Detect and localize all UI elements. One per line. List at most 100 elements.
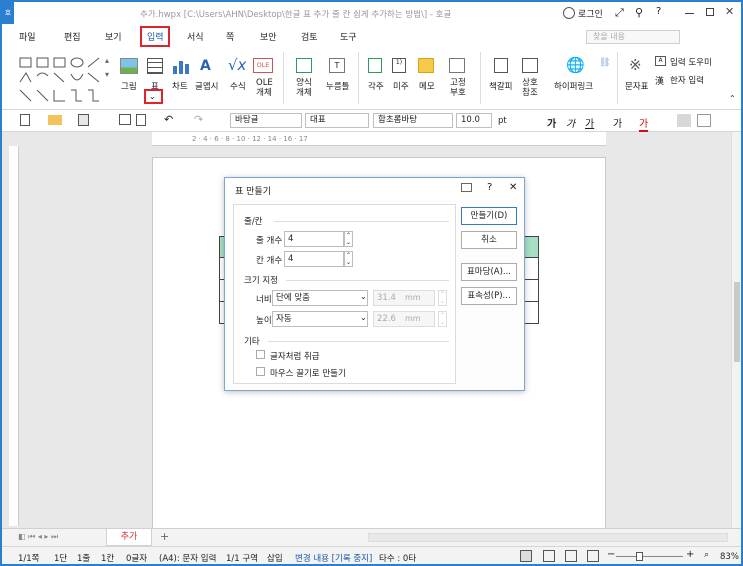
zoom-slider[interactable] xyxy=(616,556,683,557)
picture-icon[interactable] xyxy=(120,58,138,74)
menu-file[interactable]: 파일 xyxy=(19,30,36,43)
menu-tools[interactable]: 도구 xyxy=(340,30,357,43)
italic-icon[interactable]: 가 xyxy=(566,115,575,130)
bold-icon[interactable]: 가 xyxy=(547,115,556,130)
formula-label[interactable]: 수식 xyxy=(230,80,246,92)
picture-label[interactable]: 그림 xyxy=(121,80,137,92)
text-art-label[interactable]: 글맵시 xyxy=(195,80,218,92)
minimize-icon[interactable] xyxy=(685,13,694,14)
text-art-icon[interactable]: A xyxy=(200,58,211,74)
status-zoom[interactable]: 83% xyxy=(720,552,739,562)
form-object-label[interactable]: 양식 개체 xyxy=(293,78,315,98)
memo-icon[interactable] xyxy=(418,58,434,73)
hyperlink-label[interactable]: 하이퍼링크 xyxy=(554,80,593,92)
height-select[interactable]: 자동 xyxy=(272,311,368,327)
zoom-search-icon[interactable]: ⌕ xyxy=(704,550,709,560)
rows-stepper[interactable]: ⌃ ⌄ xyxy=(344,231,353,247)
vertical-ruler[interactable] xyxy=(9,146,19,526)
cross-ref-label[interactable]: 상호 참조 xyxy=(521,78,539,98)
hanja-icon[interactable]: 漢 xyxy=(655,74,664,87)
chevron-down-icon[interactable]: ⌄ xyxy=(360,313,367,322)
strike-icon[interactable]: 가 xyxy=(613,115,622,130)
align-left-icon[interactable] xyxy=(697,114,711,127)
hyperlink-icon[interactable]: 🌐 xyxy=(566,56,585,74)
fixed-mark-icon[interactable] xyxy=(449,58,465,73)
form-object-icon[interactable] xyxy=(296,58,312,73)
print-icon[interactable] xyxy=(119,114,131,125)
maximize-icon[interactable] xyxy=(706,8,714,16)
input-helper-label[interactable]: 입력 도우미 xyxy=(670,56,712,68)
horizontal-scrollbar[interactable] xyxy=(368,533,728,542)
scrollbar-thumb[interactable] xyxy=(734,282,740,362)
view-page-icon[interactable] xyxy=(520,550,532,562)
bookmark-label[interactable]: 책갈피 xyxy=(489,80,512,92)
add-tab-button[interactable]: + xyxy=(160,530,169,543)
pin-icon[interactable]: ⚲ xyxy=(635,6,643,19)
hanja-input-label[interactable]: 한자 입력 xyxy=(670,74,704,86)
save-icon[interactable] xyxy=(78,114,89,126)
tab-nav-icon[interactable]: ◧ ⏮ ◂ ▸ ⏭ xyxy=(18,532,58,542)
rows-input[interactable]: 4 xyxy=(284,231,344,247)
zoom-slider-thumb[interactable] xyxy=(636,552,643,561)
ribbon-collapse-icon[interactable]: ⌃ xyxy=(729,94,736,103)
field-icon[interactable]: T xyxy=(329,58,345,73)
zoom-in-icon[interactable]: + xyxy=(686,549,694,560)
ole-icon[interactable]: OLE xyxy=(253,58,273,73)
status-insert[interactable]: 삽입 xyxy=(267,552,283,564)
dialog-close-icon[interactable]: ✕ xyxy=(509,182,517,193)
width-stepper[interactable]: ⌃ ⌄ xyxy=(438,290,447,306)
help-button[interactable]: ? xyxy=(656,6,661,17)
redo-icon[interactable]: ↷ xyxy=(194,113,203,126)
search-input[interactable]: 찾을 내용 xyxy=(586,30,680,44)
paragraph-select[interactable]: 대표 xyxy=(305,113,369,128)
width-value-input[interactable]: 31.4 xyxy=(373,290,435,306)
fixed-mark-label[interactable]: 고정 부호 xyxy=(447,78,469,98)
table-icon[interactable] xyxy=(147,58,163,74)
unit-label[interactable]: pt xyxy=(498,116,507,126)
chart-icon[interactable] xyxy=(172,58,190,74)
char-table-label[interactable]: 문자표 xyxy=(625,80,648,92)
view-dual-icon[interactable] xyxy=(543,550,555,562)
table-style-button[interactable]: 표마당(A)... xyxy=(461,263,517,281)
gallery-scroll-down-icon[interactable]: ▾ xyxy=(105,70,109,79)
chevron-down-icon[interactable]: ⌄ xyxy=(360,292,367,301)
zoom-out-icon[interactable]: − xyxy=(607,549,615,560)
close-icon[interactable]: ✕ xyxy=(725,5,734,18)
create-button[interactable]: 만들기(D) xyxy=(461,207,517,225)
dialog-comment-icon[interactable] xyxy=(461,183,472,192)
link-icon[interactable]: ⛓ xyxy=(599,58,610,68)
field-label[interactable]: 누름틀 xyxy=(326,80,349,92)
ole-label[interactable]: OLE 개체 xyxy=(256,78,273,98)
underline-icon[interactable]: 가 xyxy=(585,115,594,130)
menu-view[interactable]: 보기 xyxy=(105,30,122,43)
cols-input[interactable]: 4 xyxy=(284,251,344,267)
expand-icon[interactable]: ⤢ xyxy=(615,6,624,20)
style-select[interactable]: 바탕글 xyxy=(230,113,302,128)
menu-security[interactable]: 보안 xyxy=(260,30,277,43)
font-size-input[interactable]: 10.0 xyxy=(456,113,492,128)
tab-document[interactable]: 추가 xyxy=(106,529,152,546)
new-doc-icon[interactable] xyxy=(20,114,30,126)
open-folder-icon[interactable] xyxy=(48,115,62,125)
font-select[interactable]: 함초롬바탕 xyxy=(373,113,453,128)
gallery-scroll-icon[interactable]: ▴ xyxy=(105,56,109,65)
cross-ref-icon[interactable] xyxy=(522,58,538,73)
table-properties-button[interactable]: 표속성(P)... xyxy=(461,287,517,305)
mouse-drag-checkbox[interactable] xyxy=(256,367,265,376)
login-button[interactable]: 로그인 xyxy=(578,7,603,20)
user-icon[interactable] xyxy=(563,7,575,19)
height-stepper[interactable]: ⌃ ⌄ xyxy=(438,311,447,327)
dialog-help-icon[interactable]: ? xyxy=(487,182,492,193)
view-fit-icon[interactable] xyxy=(587,550,599,562)
menu-page[interactable]: 쪽 xyxy=(226,30,234,43)
mouse-drag-label[interactable]: 마우스 끌기로 만들기 xyxy=(270,367,346,379)
cols-stepper[interactable]: ⌃ ⌄ xyxy=(344,251,353,267)
cancel-button[interactable]: 취소 xyxy=(461,231,517,249)
width-select[interactable]: 단에 맞춤 xyxy=(272,290,368,306)
menu-format[interactable]: 서식 xyxy=(187,30,204,43)
height-value-input[interactable]: 22.6 xyxy=(373,311,435,327)
memo-label[interactable]: 메모 xyxy=(419,80,435,92)
menu-edit[interactable]: 편집 xyxy=(64,30,81,43)
footnote-label[interactable]: 각주 xyxy=(368,80,384,92)
formula-icon[interactable]: √x xyxy=(228,56,246,74)
